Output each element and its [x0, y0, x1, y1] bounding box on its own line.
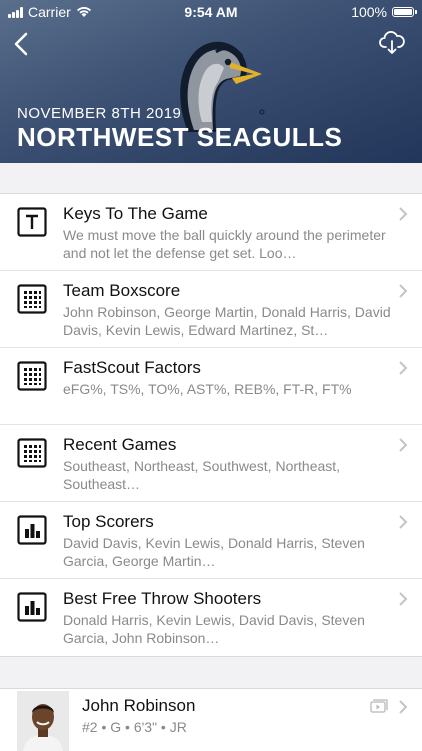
chevron-right-icon — [399, 207, 408, 221]
grid-icon — [17, 361, 47, 391]
list-item-subtitle: David Davis, Kevin Lewis, Donald Harris,… — [63, 535, 365, 569]
list-item-title: FastScout Factors — [63, 358, 201, 377]
list-item-subtitle: Southeast, Northeast, Southwest, Northea… — [63, 458, 341, 492]
chevron-right-icon — [399, 438, 408, 452]
chevron-right-icon — [399, 361, 408, 375]
opponent-team-name: NORTHWEST SEAGULLS — [17, 122, 343, 152]
header-banner: Carrier 9:54 AM 100% NOVEMBER 8TH 2019 N… — [0, 0, 422, 163]
chevron-right-icon — [399, 515, 408, 529]
list-item-keys-to-the-game[interactable]: Keys To The Game We must move the ball q… — [0, 194, 422, 271]
list-item-title: Top Scorers — [63, 512, 154, 531]
list-item-fastscout-factors[interactable]: FastScout Factors eFG%, TS%, TO%, AST%, … — [0, 348, 422, 425]
list-item-subtitle: We must move the ball quickly around the… — [63, 227, 386, 261]
player-row-john-robinson[interactable]: John Robinson #2 • G • 6'3" • JR — [0, 688, 422, 751]
game-date: NOVEMBER 8TH 2019 — [17, 105, 182, 122]
list-item-title: Recent Games — [63, 435, 177, 454]
cloud-download-icon[interactable] — [378, 30, 406, 56]
back-chevron-icon[interactable] — [10, 30, 34, 58]
list-item-subtitle: Donald Harris, Kevin Lewis, David Davis,… — [63, 612, 365, 646]
chevron-right-icon — [399, 592, 408, 606]
list-item-best-free-throw-shooters[interactable]: Best Free Throw Shooters Donald Harris, … — [0, 579, 422, 656]
chevron-right-icon — [399, 284, 408, 298]
list-item-subtitle: eFG%, TS%, TO%, AST%, REB%, FT-R, FT% — [63, 381, 352, 397]
grid-icon — [17, 284, 47, 314]
list-item-title: Team Boxscore — [63, 281, 181, 300]
video-icon[interactable] — [370, 699, 388, 713]
bar-chart-icon — [17, 592, 47, 622]
text-box-icon — [17, 207, 47, 237]
report-section-list: Keys To The Game We must move the ball q… — [0, 193, 422, 657]
player-name: John Robinson — [82, 696, 196, 715]
list-item-recent-games[interactable]: Recent Games Southeast, Northeast, South… — [0, 425, 422, 502]
status-bar: Carrier 9:54 AM 100% — [0, 0, 422, 24]
chevron-right-icon — [399, 700, 408, 714]
list-item-top-scorers[interactable]: Top Scorers David Davis, Kevin Lewis, Do… — [0, 502, 422, 579]
grid-icon — [17, 438, 47, 468]
player-info: #2 • G • 6'3" • JR — [82, 719, 187, 735]
bar-chart-icon — [17, 515, 47, 545]
battery-icon — [392, 7, 417, 17]
list-item-title: Best Free Throw Shooters — [63, 589, 262, 608]
list-item-subtitle: John Robinson, George Martin, Donald Har… — [63, 304, 391, 338]
battery-percent: 100% — [351, 4, 387, 20]
player-avatar — [17, 691, 69, 751]
list-item-team-boxscore[interactable]: Team Boxscore John Robinson, George Mart… — [0, 271, 422, 348]
list-item-title: Keys To The Game — [63, 204, 208, 223]
